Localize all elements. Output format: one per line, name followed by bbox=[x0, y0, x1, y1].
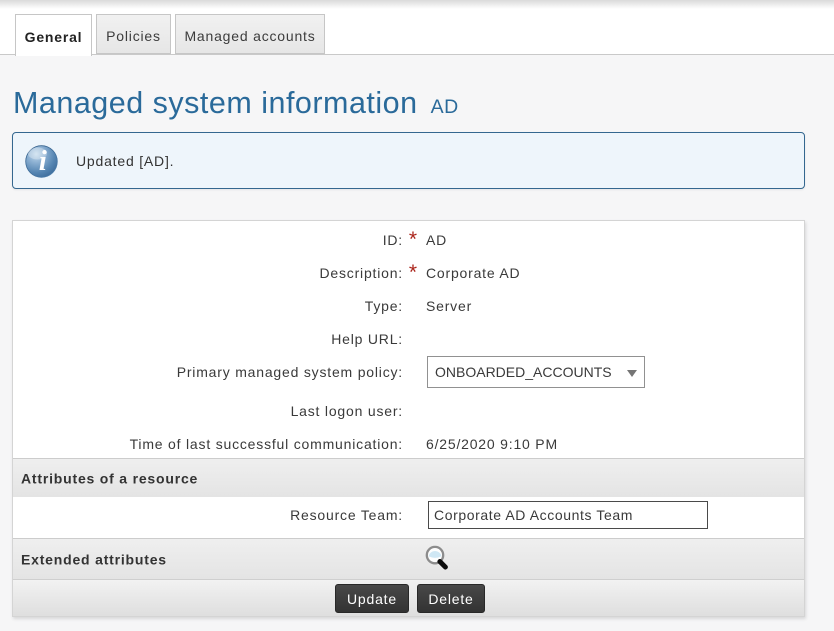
svg-text:i: i bbox=[39, 145, 48, 177]
